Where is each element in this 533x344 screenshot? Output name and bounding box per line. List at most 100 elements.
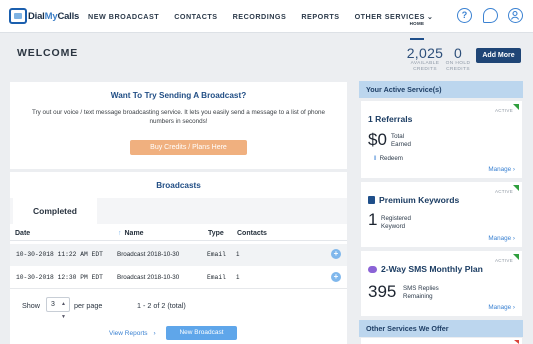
referrals-amount-label: Total Earned [391,133,411,149]
promo-body-line-2: numbers in seconds! [149,118,208,125]
select-arrows-icon: ▲ ▼ [61,301,66,320]
tab-completed[interactable]: Completed [13,198,97,224]
buy-credits-button[interactable]: Buy Credits / Plans Here [130,140,247,155]
sms-replies-count: 395 [368,282,397,301]
premium-keywords-title: Premium Keywords [368,195,459,205]
row-date: 10-30-2018 12:30 PM EDT [16,274,103,281]
row-type: Email [207,274,226,281]
manage-sms-label: Manage [488,304,512,311]
nav-home[interactable]: HOME [409,7,425,40]
flag-icon [514,340,519,344]
expand-row-icon[interactable]: + [331,272,341,282]
sort-arrow-icon: ↑ [118,230,122,237]
other-services-header: Other Services We Offer [359,320,523,337]
keyword-badge-icon [368,196,375,204]
col-date[interactable]: Date [15,230,30,237]
view-reports-link[interactable]: View Reports › [109,330,156,337]
per-page-select[interactable]: 3 ▲ ▼ [46,297,70,320]
main-nav: HOME NEW BROADCAST CONTACTS RECORDINGS R… [88,0,448,40]
referrals-card: ACTIVE 1 Referrals $0 Total Earned ‖ Redee… [361,101,522,178]
sms-replies-label-1: SMS Replies [403,285,439,292]
redeem-label: Redeem [379,155,403,162]
on-hold-credits-label-2: CREDITS [446,67,470,72]
nav-new-broadcast[interactable]: NEW BROADCAST [88,0,159,33]
sms-plan-title: 2-Way SMS Monthly Plan [368,264,483,274]
pagination-range: 1 - 2 of 2 (total) [137,301,186,310]
chevron-right-icon: › [512,235,515,242]
keywords-count: 1 [368,210,378,229]
on-hold-credits-value: 0 [453,45,463,61]
sms-plan-card: ACTIVE 2-Way SMS Monthly Plan 395 SMS Re… [361,251,522,316]
available-credits-label-2: CREDITS [413,67,437,72]
available-credits-value: 2,025 [406,45,444,61]
promo-body-line-1: Try out our voice / text message broadca… [31,109,326,116]
keywords-count-label-2: Keyword [381,223,406,230]
page-title: WELCOME [17,47,79,59]
col-contacts[interactable]: Contacts [237,230,267,237]
keywords-count-label: Registered Keyword [381,215,411,231]
row-contacts: 1 [236,251,240,258]
nav-recordings[interactable]: RECORDINGS [233,0,287,33]
active-services-header: Your Active Service(s) [359,81,523,98]
col-type[interactable]: Type [208,230,224,237]
row-name: Broadcast 2018-10-30 [117,251,180,258]
premium-keywords-card: ACTIVE Premium Keywords 1 Registered Keyw… [361,182,522,247]
manage-keywords-label: Manage [488,235,512,242]
try-broadcast-card: Want To Try Sending A Broadcast? Try out… [10,82,347,169]
chevron-right-icon: › [512,304,515,311]
nav-contacts[interactable]: CONTACTS [174,0,217,33]
dialmycalls-logo[interactable]: DialMyCalls [9,8,79,24]
row-name: Broadcast 2018-10-30 [117,274,180,281]
redeem-icon: ‖ [374,155,377,162]
table-header [10,227,347,241]
sms-replies-label-2: Remaining [403,293,433,300]
manage-keywords-link[interactable]: Manage › [488,235,515,242]
row-type: Email [207,251,226,258]
row-date: 10-30-2018 11:22 AM EDT [16,251,103,258]
table-row[interactable]: 10-30-2018 12:30 PM EDT Broadcast 2018-1… [10,267,347,289]
per-page-label: per page [74,301,103,310]
logo-icon [9,8,27,24]
table-row[interactable]: 10-30-2018 11:22 AM EDT Broadcast 2018-1… [10,244,347,266]
chevron-right-icon: › [153,330,156,337]
active-flag-icon [513,185,519,191]
promo-title: Want To Try Sending A Broadcast? [110,91,247,100]
user-icon[interactable] [508,8,523,23]
help-icon[interactable]: ? [457,8,472,23]
show-label: Show [22,301,40,310]
sms-replies-label: SMS Replies Remaining [403,285,439,301]
status-badge: ACTIVE [494,189,513,194]
nav-reports[interactable]: REPORTS [301,0,339,33]
other-services-card [361,338,522,344]
expand-row-icon[interactable]: + [331,249,341,259]
manage-sms-link[interactable]: Manage › [488,304,515,311]
referrals-amount: $0 [368,130,387,149]
active-flag-icon [513,254,519,260]
logo-text-calls: Calls [57,10,80,22]
chevron-down-icon: ⌄ [426,14,434,21]
sms-plan-label: 2-Way SMS Monthly Plan [381,264,483,274]
chat-icon[interactable] [483,8,498,23]
broadcasts-title: Broadcasts [156,181,201,190]
status-badge: ACTIVE [494,258,513,263]
new-broadcast-button[interactable]: New Broadcast [166,326,237,340]
keywords-count-label-1: Registered [381,215,411,222]
col-name[interactable]: ↑ Name [118,230,144,237]
manage-referrals-link[interactable]: Manage › [488,166,515,173]
view-reports-label: View Reports [109,330,148,337]
logo-text-dial: Dial [28,10,45,22]
available-credits: 2,025 AVAILABLE CREDITS [405,45,445,73]
on-hold-credits: 0 ON HOLD CREDITS [444,45,472,73]
add-more-button[interactable]: Add More [476,48,521,63]
active-flag-icon [513,104,519,110]
referrals-amount-label-2: Earned [391,141,411,148]
row-contacts: 1 [236,274,240,281]
referrals-title: 1 Referrals [368,114,413,124]
logo-text-my: My [44,10,58,22]
col-name-label: Name [124,230,144,237]
per-page-value: 3 [51,301,55,308]
top-header: DialMyCalls HOME NEW BROADCAST CONTACTS … [0,0,533,40]
status-badge: ACTIVE [494,108,513,113]
redeem-link[interactable]: ‖ Redeem [374,155,403,163]
premium-keywords-label: Premium Keywords [379,195,460,205]
